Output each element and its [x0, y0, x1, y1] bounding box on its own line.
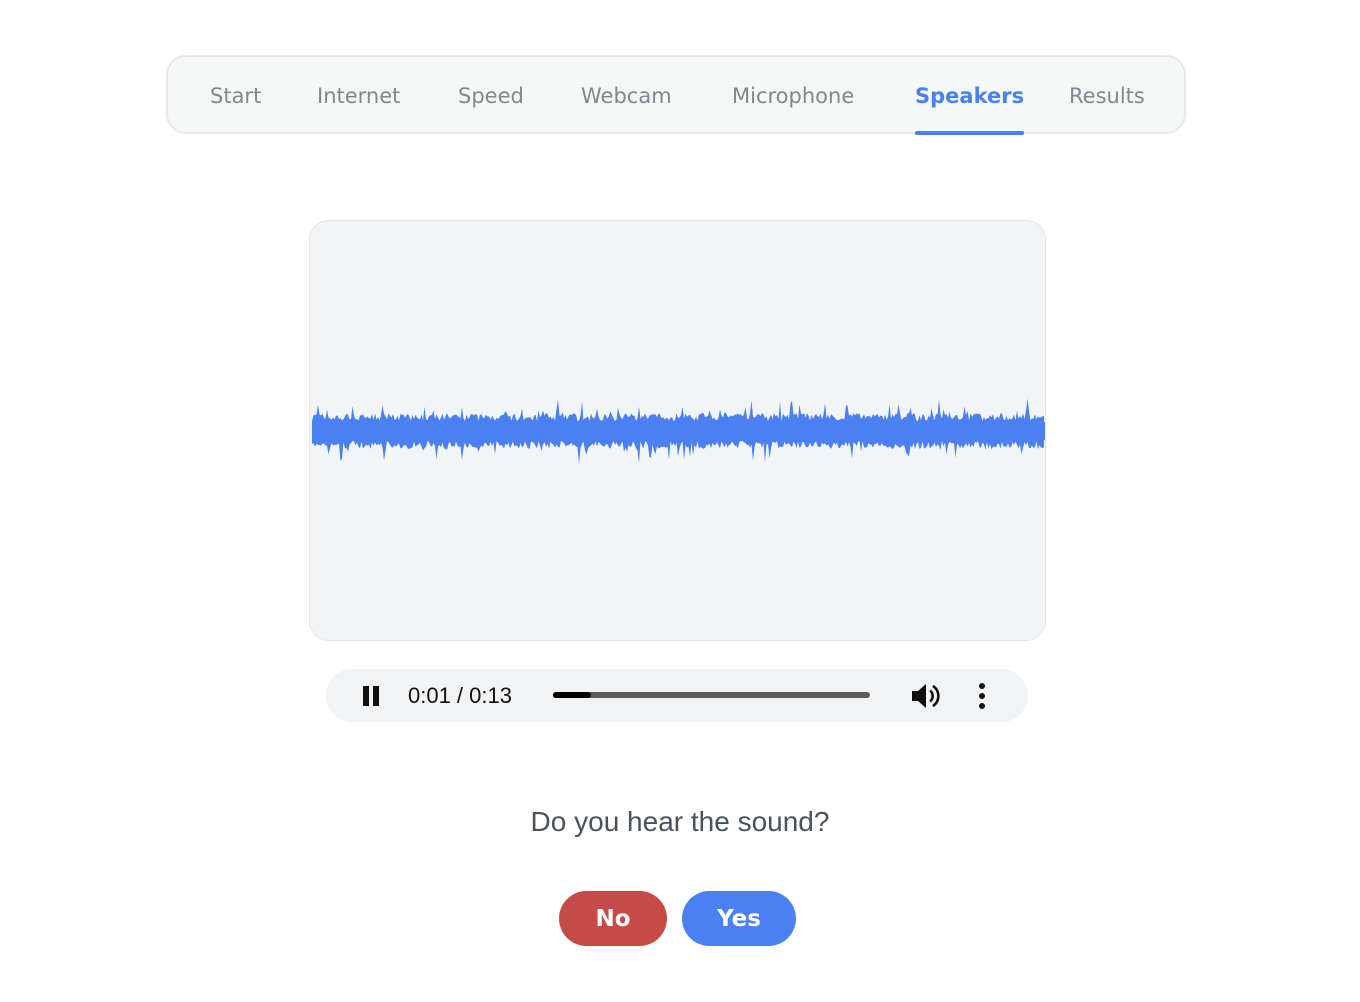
waveform-core: [312, 422, 1045, 440]
vertical-dots-icon[interactable]: [971, 681, 993, 711]
audio-player: 0:01 / 0:13: [326, 669, 1028, 722]
playback-time: 0:01 / 0:13: [408, 683, 512, 708]
tab-speed[interactable]: Speed: [458, 57, 524, 134]
tab-start[interactable]: Start: [210, 57, 261, 134]
waveform-panel: [309, 220, 1046, 641]
speaker-test-page: Start Internet Speed Webcam Microphone S…: [0, 0, 1360, 1002]
pause-icon[interactable]: [360, 684, 382, 708]
speaker-volume-icon[interactable]: [910, 681, 942, 711]
playback-progress-fill: [553, 692, 591, 698]
no-button[interactable]: No: [559, 891, 667, 946]
tab-webcam[interactable]: Webcam: [581, 57, 672, 134]
tab-internet[interactable]: Internet: [317, 57, 400, 134]
tab-speakers[interactable]: Speakers: [915, 57, 1025, 135]
yes-button[interactable]: Yes: [682, 891, 796, 946]
audio-waveform: [312, 398, 1045, 464]
playback-progress-slider[interactable]: [553, 692, 870, 698]
tab-results[interactable]: Results: [1069, 57, 1145, 134]
test-steps-tabbar: Start Internet Speed Webcam Microphone S…: [166, 55, 1186, 135]
tab-microphone[interactable]: Microphone: [732, 57, 854, 134]
hear-sound-question: Do you hear the sound?: [530, 806, 830, 837]
